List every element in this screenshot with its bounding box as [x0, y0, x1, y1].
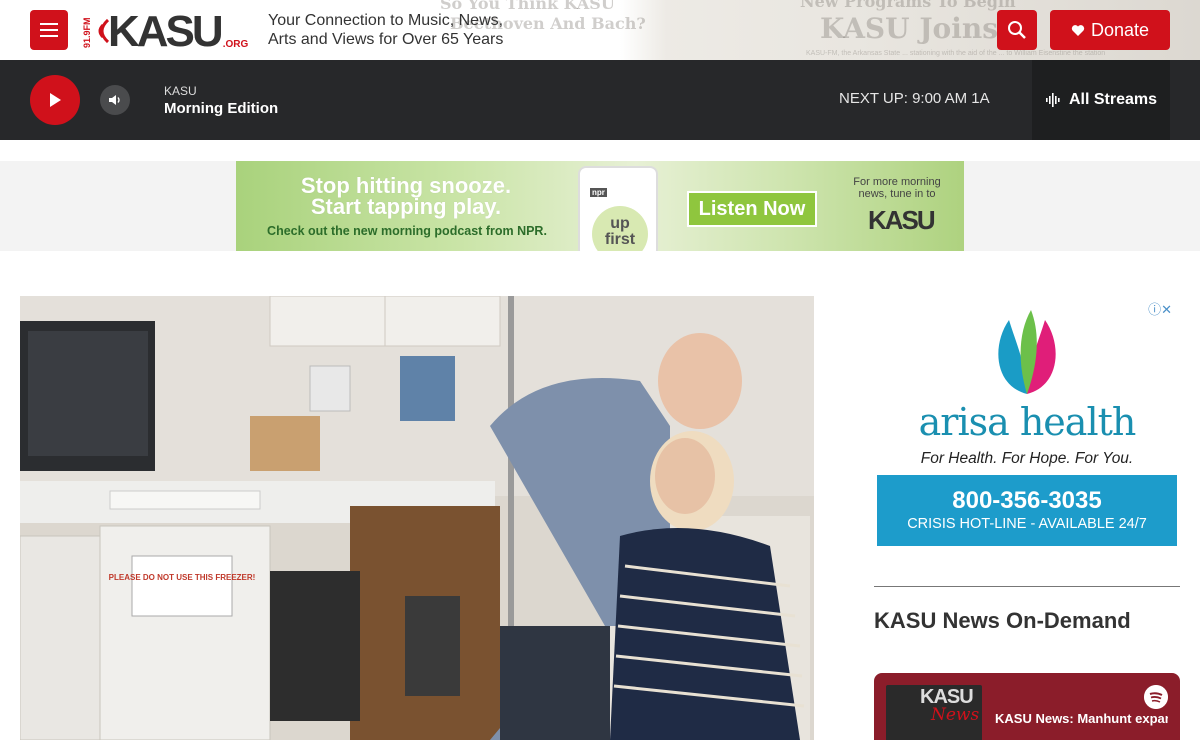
audio-player: KASU Morning Edition NEXT UP: 9:00 AM 1A…	[0, 60, 1200, 140]
player-station: KASU	[164, 84, 197, 98]
spotify-embed[interactable]: KASU News KASU News: Manhunt expands	[874, 673, 1180, 740]
bg-text-5: KASU-FM, the Arkansas State ... stationi…	[806, 50, 1106, 57]
banner-more-text: For more morning news, tune in to	[853, 176, 941, 200]
search-button[interactable]	[997, 10, 1037, 50]
npr-logo: npr	[590, 188, 607, 197]
arisa-flower-logo	[998, 310, 1056, 394]
play-button[interactable]	[30, 75, 80, 125]
hero-photo[interactable]: PLEASE DO NOT USE THIS FREEZER!	[20, 296, 814, 740]
volume-icon	[109, 95, 120, 105]
listen-now-button[interactable]: Listen Now	[687, 191, 817, 227]
search-icon	[1008, 21, 1026, 39]
hamburger-line	[40, 29, 58, 31]
hamburger-menu-icon	[40, 23, 58, 25]
play-icon	[50, 93, 61, 107]
banner-phone-graphic: npr up first	[578, 166, 658, 251]
next-up-label: NEXT UP: 9:00 AM 1A	[839, 90, 990, 107]
all-streams-label: All Streams	[1068, 91, 1158, 108]
up-first-word-2: first	[604, 231, 636, 248]
arisa-health-ad[interactable]: ⓘ✕ arisa health For Health. For Hope. Fo…	[876, 296, 1178, 550]
heart-icon	[1071, 24, 1085, 36]
hotline-phone[interactable]: 800-356-3035	[877, 487, 1177, 515]
banner-subhead: Check out the new morning podcast from N…	[267, 224, 547, 238]
art-news-word: News	[931, 705, 980, 725]
bg-text-3: New Programs To Begin	[800, 0, 1016, 11]
hamburger-line	[40, 35, 58, 37]
volume-button[interactable]	[100, 85, 130, 115]
site-tagline: Your Connection to Music, News, Arts and…	[268, 12, 504, 48]
episode-title[interactable]: KASU News: Manhunt expands	[995, 711, 1168, 726]
sidebar-divider	[874, 586, 1180, 587]
banner-headline-1: Stop hitting snooze.	[300, 173, 512, 198]
arisa-brand: arisa health	[918, 400, 1137, 444]
spotify-icon[interactable]	[1144, 685, 1168, 709]
logo-frequency: 91.9FM	[82, 17, 92, 49]
donate-label: Donate	[1090, 19, 1150, 40]
up-first-banner-ad[interactable]: Stop hitting snooze. Start tapping play.…	[236, 161, 964, 251]
hero-photo-illustration: PLEASE DO NOT USE THIS FREEZER!	[20, 296, 814, 740]
site-header: So You Think KASU Beethoven And Bach? Ne…	[0, 0, 1200, 60]
bg-text-4: KASU Joins	[820, 12, 998, 45]
logo-text: KASU	[108, 7, 224, 56]
all-streams-button[interactable]: All Streams	[1032, 60, 1170, 140]
arisa-hotline-box: 800-356-3035 CRISIS HOT-LINE - AVAILABLE…	[877, 475, 1177, 546]
banner-ad-strip: Stop hitting snooze. Start tapping play.…	[0, 161, 1200, 251]
ad-info-icon[interactable]: ⓘ✕	[1148, 299, 1172, 318]
player-program: Morning Edition	[164, 100, 279, 117]
audio-wave-icon	[1045, 93, 1060, 107]
banner-headline-2: Start tapping play.	[310, 194, 502, 219]
arisa-tagline: For Health. For Hope. For You.	[920, 450, 1134, 467]
banner-headline: Stop hitting snooze. Start tapping play.	[256, 173, 556, 219]
hotline-label: CRISIS HOT-LINE - AVAILABLE 24/7	[907, 516, 1147, 532]
up-first-word-1: up	[610, 215, 630, 232]
site-logo[interactable]: 91.9FM KASU .ORG	[82, 8, 249, 54]
freezer-sign: PLEASE DO NOT USE THIS FREEZER!	[109, 573, 256, 582]
banner-kasu-logo: KASU	[868, 205, 936, 235]
logo-word: KASU	[94, 10, 224, 54]
menu-button[interactable]	[30, 10, 68, 50]
up-first-logo: up first	[592, 206, 648, 251]
donate-button[interactable]: Donate	[1050, 10, 1170, 50]
news-on-demand-heading: KASU News On-Demand	[874, 608, 1131, 633]
logo-suffix: .ORG	[222, 39, 249, 50]
podcast-artwork: KASU News	[886, 685, 982, 740]
